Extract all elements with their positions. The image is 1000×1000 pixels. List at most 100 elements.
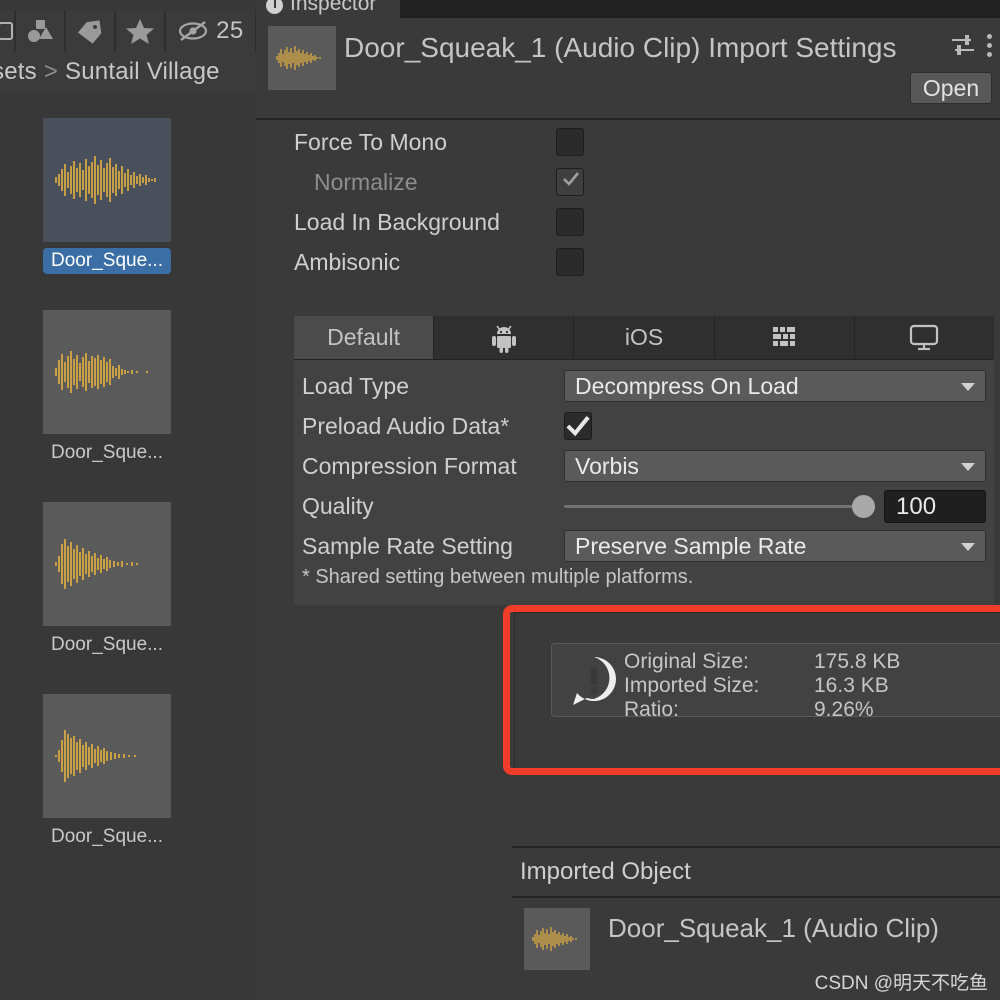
asset-label[interactable]: Door_Sque... — [43, 632, 171, 658]
check-icon — [566, 416, 590, 437]
compression-format-label: Compression Format — [302, 452, 517, 479]
info-value: 9.26% — [814, 698, 874, 721]
imported-object-thumbnail — [524, 908, 590, 970]
info-value: 175.8 KB — [814, 650, 901, 673]
property-row-normalize: Normalize — [256, 162, 1000, 202]
asset-item-2[interactable]: Door_Sque... — [43, 502, 171, 658]
tab-inspector[interactable]: Inspector — [256, 0, 400, 18]
asset-item-0[interactable]: Door_Sque... — [43, 118, 171, 274]
breadcrumb-text: sets>Suntail Village — [0, 58, 220, 86]
open-button[interactable]: Open — [910, 72, 992, 104]
info-row-imported-size: Imported Size: 16.3 KB — [624, 674, 900, 698]
asset-thumbnail[interactable] — [43, 694, 171, 818]
setting-row-load-type: Load Type Decompress On Load — [294, 366, 994, 406]
inspector-icon — [266, 0, 283, 14]
property-label: Normalize — [314, 168, 418, 195]
asset-label[interactable]: Door_Sque... — [43, 248, 171, 274]
imported-object-header: Imported Object — [512, 848, 1000, 896]
force-to-mono-checkbox[interactable] — [556, 128, 584, 156]
shapes-icon — [27, 20, 53, 42]
preload-audio-data-checkbox[interactable] — [564, 412, 592, 440]
asset-item-1[interactable]: Door_Sque... — [43, 310, 171, 466]
info-key: Imported Size: — [624, 674, 760, 697]
ambisonic-checkbox[interactable] — [556, 248, 584, 276]
property-row-ambisonic[interactable]: Ambisonic — [256, 242, 1000, 282]
android-icon — [491, 325, 516, 353]
sample-rate-label: Sample Rate Setting — [302, 532, 513, 559]
asset-thumbnail[interactable] — [43, 118, 171, 242]
breadcrumb-current[interactable]: Suntail Village — [65, 58, 220, 85]
check-icon — [563, 172, 580, 186]
imported-object-title: Door_Squeak_1 (Audio Clip) — [608, 913, 939, 943]
page-title: Door_Squeak_1 (Audio Clip) Import Settin… — [344, 32, 897, 63]
tab-default[interactable]: Default — [294, 316, 435, 359]
quality-slider-track[interactable] — [564, 505, 864, 508]
quality-slider-handle[interactable] — [852, 495, 875, 518]
panel-icon-button[interactable] — [0, 10, 16, 52]
sample-rate-dropdown[interactable]: Preserve Sample Rate — [564, 530, 986, 562]
normalize-checkbox — [556, 168, 584, 196]
watermark: CSDN @明天不吃鱼 — [814, 973, 988, 994]
hidden-assets-count: 25 — [216, 17, 244, 44]
eye-slash-icon — [178, 21, 208, 41]
load-in-background-checkbox[interactable] — [556, 208, 584, 236]
shapes-filter-button[interactable] — [15, 10, 65, 52]
inspector-panel: Inspector Door_Squeak_1 (Audio Clip) Imp… — [256, 0, 1000, 1000]
chevron-down-icon — [961, 383, 975, 391]
asset-item-3[interactable]: Door_Sque... — [43, 694, 171, 850]
project-toolbar: 25 — [0, 10, 256, 52]
breadcrumb-root[interactable]: sets — [0, 58, 37, 85]
asset-thumbnail[interactable] — [43, 502, 171, 626]
chevron-down-icon — [961, 543, 975, 551]
waveform-icon — [532, 927, 577, 951]
property-label: Ambisonic — [294, 248, 401, 275]
kebab-menu-icon[interactable] — [987, 33, 992, 57]
unity-editor-screenshot: 25 sets>Suntail Village — [0, 0, 1000, 1000]
tag-filter-button[interactable] — [64, 10, 115, 52]
tab-server[interactable] — [714, 316, 855, 359]
server-icon — [773, 326, 796, 346]
import-info-rows: Original Size: 175.8 KB Imported Size: 1… — [624, 650, 900, 722]
info-key: Ratio: — [624, 698, 679, 721]
tab-android[interactable] — [434, 316, 575, 359]
hidden-assets-button[interactable]: 25 — [164, 10, 256, 52]
compression-format-dropdown[interactable]: Vorbis — [564, 450, 986, 482]
asset-label[interactable]: Door_Sque... — [43, 824, 171, 850]
tab-inspector-label: Inspector — [290, 0, 377, 15]
quality-label: Quality — [302, 492, 374, 519]
favorites-filter-button[interactable] — [114, 10, 165, 52]
tab-default-label: Default — [327, 323, 401, 350]
breadcrumb[interactable]: sets>Suntail Village — [0, 52, 256, 92]
info-value: 16.3 KB — [814, 674, 889, 697]
setting-row-sample-rate: Sample Rate Setting Preserve Sample Rate — [294, 526, 994, 566]
header-asset-thumbnail — [268, 26, 336, 90]
panel-icon — [0, 22, 13, 40]
project-panel: 25 sets>Suntail Village — [0, 0, 256, 1000]
waveform-icon — [55, 156, 156, 204]
audio-property-list: Force To Mono Normalize Load In Backgrou… — [256, 122, 1000, 282]
load-type-label: Load Type — [302, 372, 410, 399]
setting-row-quality: Quality 100 — [294, 486, 994, 526]
property-row-force-to-mono[interactable]: Force To Mono — [256, 122, 1000, 162]
property-label: Load In Background — [294, 208, 500, 235]
warning-bubble-icon — [573, 657, 616, 705]
tab-ios[interactable]: iOS — [574, 316, 715, 359]
asset-thumbnail[interactable] — [43, 310, 171, 434]
asset-label[interactable]: Door_Sque... — [43, 440, 171, 466]
star-icon — [125, 19, 154, 44]
waveform-icon — [55, 351, 148, 393]
property-row-load-in-background[interactable]: Load In Background — [256, 202, 1000, 242]
tab-standalone[interactable] — [854, 316, 995, 359]
tag-icon — [77, 20, 102, 44]
platform-tabs: Default iOS — [294, 316, 995, 360]
preset-sliders-icon[interactable] — [949, 32, 977, 58]
import-info-box: Original Size: 175.8 KB Imported Size: 1… — [551, 643, 1000, 721]
waveform-icon — [55, 730, 136, 782]
breadcrumb-separator: > — [43, 58, 59, 85]
tabstrip-empty-area — [400, 0, 1000, 18]
quality-value-field[interactable]: 100 — [884, 490, 986, 523]
platform-settings: Load Type Decompress On Load Preload Aud… — [294, 360, 994, 605]
shared-setting-note: * Shared setting between multiple platfo… — [302, 566, 694, 588]
monitor-icon — [910, 324, 939, 350]
load-type-dropdown[interactable]: Decompress On Load — [564, 370, 986, 402]
